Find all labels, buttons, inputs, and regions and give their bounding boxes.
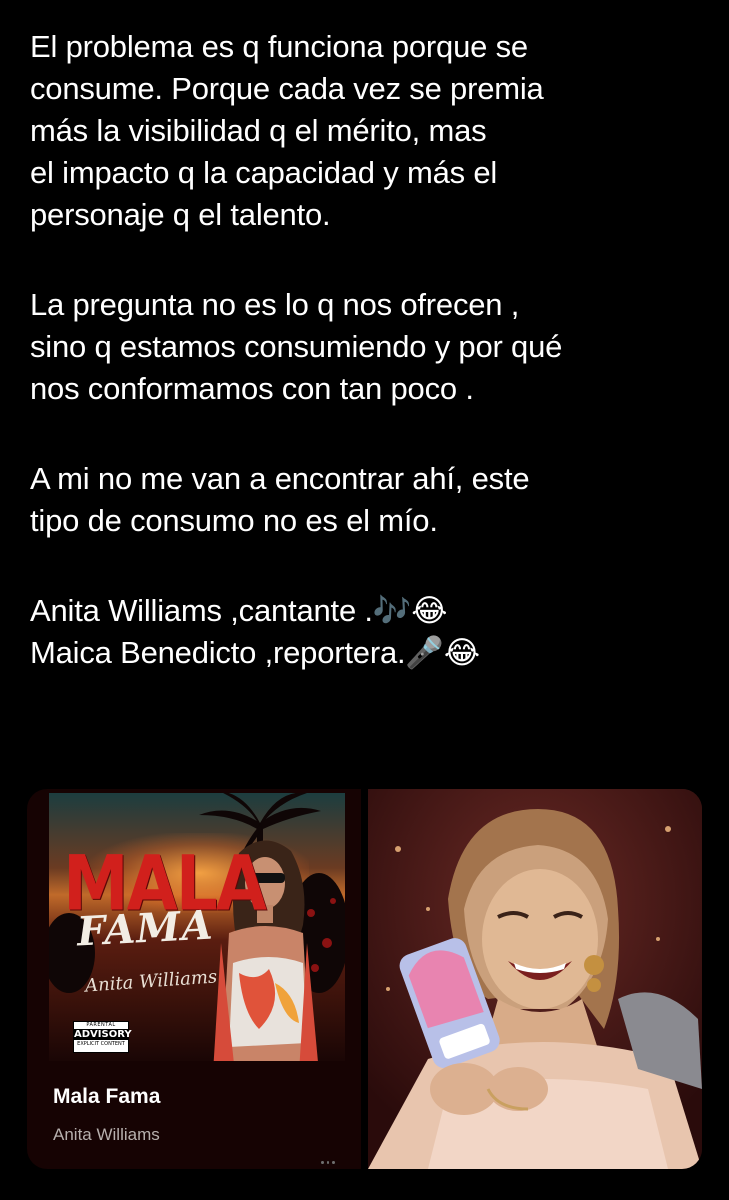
- music-card[interactable]: MALA FAMA Anita Williams PARENTAL ADVISO…: [27, 789, 361, 1169]
- text-line: personaje q el talento.: [30, 197, 331, 232]
- parental-advisory-badge: PARENTAL ADVISORY EXPLICIT CONTENT: [73, 1021, 132, 1053]
- track-title[interactable]: Mala Fama: [53, 1085, 160, 1109]
- photo-image[interactable]: [368, 789, 702, 1169]
- signature-line-2: Maica Benedicto ,reportera.🎤😂: [30, 632, 710, 674]
- text-line: A mi no me van a encontrar ahí, este: [30, 461, 530, 496]
- text-line: el impacto q la capacidad y más el: [30, 155, 498, 190]
- tweet-text: El problema es q funciona porque se cons…: [30, 26, 710, 722]
- text-line: consume. Porque cada vez se premia: [30, 71, 544, 106]
- person-photo-icon: [368, 789, 702, 1169]
- album-cover[interactable]: MALA FAMA Anita Williams PARENTAL ADVISO…: [49, 793, 345, 1061]
- tweet-paragraph-3: A mi no me van a encontrar ahí, este tip…: [30, 458, 710, 542]
- microphone-laughing-emoji-icon: 🎤😂: [405, 635, 480, 671]
- signature-line-1: Anita Williams ,cantante .🎶😂: [30, 590, 710, 632]
- text-line: sino q estamos consumiendo y por qué: [30, 329, 563, 364]
- more-dots-icon: [321, 1161, 336, 1164]
- tweet-signature: Anita Williams ,cantante .🎶😂 Maica Bened…: [30, 590, 710, 674]
- tweet-paragraph-1: El problema es q funciona porque se cons…: [30, 26, 710, 236]
- music-notes-laughing-emoji-icon: 🎶😂: [372, 593, 448, 629]
- text-line: El problema es q funciona porque se: [30, 29, 528, 64]
- text-line: nos conformamos con tan poco .: [30, 371, 474, 406]
- text-line: tipo de consumo no es el mío.: [30, 503, 438, 538]
- cover-title-fama: FAMA: [75, 901, 215, 956]
- media-grid: MALA FAMA Anita Williams PARENTAL ADVISO…: [27, 789, 702, 1169]
- advisory-bottom: EXPLICIT CONTENT: [77, 1041, 125, 1047]
- signature-text: Maica Benedicto ,reportera.: [30, 635, 406, 670]
- tweet-paragraph-2: La pregunta no es lo q nos ofrecen , sin…: [30, 284, 710, 410]
- text-line: La pregunta no es lo q nos ofrecen ,: [30, 287, 520, 322]
- text-line: más la visibilidad q el mérito, mas: [30, 113, 487, 148]
- advisory-top: PARENTAL: [86, 1022, 116, 1028]
- advisory-middle: ADVISORY: [74, 1029, 132, 1040]
- signature-text: Anita Williams ,cantante .: [30, 593, 373, 628]
- track-artist[interactable]: Anita Williams: [53, 1125, 160, 1145]
